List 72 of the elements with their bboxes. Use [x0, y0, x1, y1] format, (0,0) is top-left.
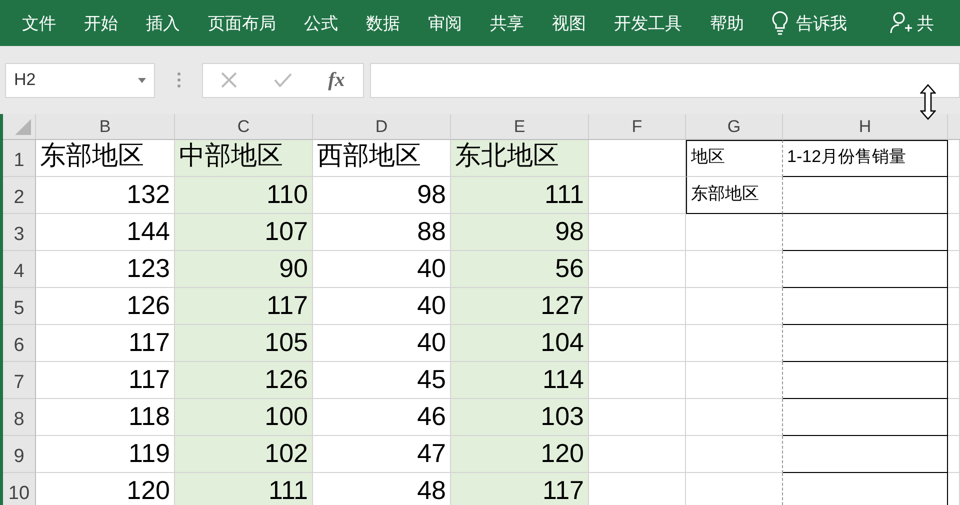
ribbon-tab[interactable]: 文件 — [8, 12, 70, 34]
ribbon-tab[interactable]: 页面布局 — [194, 12, 290, 34]
table-cell[interactable]: 98 — [451, 214, 589, 251]
cancel-icon[interactable] — [221, 72, 238, 88]
row-header[interactable]: 6 — [3, 325, 36, 362]
table-cell[interactable]: 东部地区 — [686, 177, 783, 214]
ribbon-tab[interactable]: 共享 — [476, 12, 538, 34]
resize-cursor-icon — [920, 84, 936, 120]
column-header[interactable]: B — [36, 114, 175, 140]
ribbon-tab[interactable]: 开发工具 — [600, 12, 696, 34]
name-box[interactable]: H2 — [5, 62, 155, 98]
formula-input[interactable] — [370, 62, 960, 98]
table-cell[interactable] — [686, 288, 783, 325]
row-header[interactable]: 7 — [3, 362, 36, 399]
table-cell[interactable]: 90 — [175, 251, 313, 288]
table-cell[interactable]: 111 — [175, 473, 313, 505]
column-header[interactable]: F — [589, 114, 686, 140]
table-cell[interactable]: 1-12月份售销量 — [783, 140, 948, 177]
lightbulb-icon — [772, 11, 788, 35]
table-cell[interactable]: 110 — [175, 177, 313, 214]
table-cell[interactable]: 中部地区 — [175, 140, 313, 177]
row-header[interactable]: 2 — [3, 177, 36, 214]
checkmark-icon[interactable] — [274, 73, 292, 87]
table-cell[interactable] — [686, 325, 783, 362]
row-header[interactable]: 5 — [3, 288, 36, 325]
drag-handle-icon[interactable] — [176, 72, 180, 88]
table-cell[interactable]: 120 — [451, 436, 589, 473]
table-cell[interactable] — [686, 399, 783, 436]
ribbon-tab[interactable]: 公式 — [290, 12, 352, 34]
column-header[interactable]: G — [686, 114, 783, 140]
ribbon-tab[interactable]: 数据 — [352, 12, 414, 34]
table-cell[interactable]: 东北地区 — [451, 140, 589, 177]
table-cell[interactable]: 126 — [175, 362, 313, 399]
table-cell[interactable]: 117 — [175, 288, 313, 325]
ribbon-tab[interactable]: 审阅 — [414, 12, 476, 34]
table-cell[interactable]: 107 — [175, 214, 313, 251]
column-header[interactable]: H — [783, 114, 948, 140]
ribbon-tab[interactable]: 插入 — [132, 12, 194, 34]
table-cell[interactable]: 105 — [175, 325, 313, 362]
table-cell[interactable]: 111 — [451, 177, 589, 214]
row-header[interactable]: 4 — [3, 251, 36, 288]
ribbon-tab[interactable]: 帮助 — [696, 12, 758, 34]
row-header[interactable]: 9 — [3, 436, 36, 473]
table-cell[interactable]: 117 — [451, 473, 589, 505]
table-cell[interactable]: 地区 — [686, 140, 783, 177]
select-all-button[interactable] — [3, 114, 36, 140]
table-cell[interactable]: 102 — [175, 436, 313, 473]
table-cell[interactable]: 114 — [451, 362, 589, 399]
corner-triangle-icon — [15, 119, 31, 135]
column-header[interactable]: D — [313, 114, 451, 140]
table-cell[interactable] — [686, 362, 783, 399]
tell-me-button[interactable]: 告诉我 — [758, 11, 859, 35]
table-cell[interactable] — [686, 436, 783, 473]
row-header[interactable]: 10 — [3, 473, 36, 505]
table-cell[interactable]: 104 — [451, 325, 589, 362]
row-header[interactable]: 8 — [3, 399, 36, 436]
share-button[interactable]: 共 — [889, 11, 934, 35]
row-header[interactable]: 3 — [3, 214, 36, 251]
table-cell[interactable]: 127 — [451, 288, 589, 325]
column-header[interactable]: E — [451, 114, 589, 140]
dropdown-arrow-icon — [138, 78, 146, 82]
row-header[interactable]: 1 — [3, 140, 36, 177]
table-cell[interactable]: 100 — [175, 399, 313, 436]
person-add-icon — [889, 11, 913, 35]
column-header[interactable]: C — [175, 114, 313, 140]
ribbon-tab[interactable]: 开始 — [70, 12, 132, 34]
table-cell[interactable] — [686, 251, 783, 288]
table-cell[interactable]: 56 — [451, 251, 589, 288]
ribbon-tab[interactable]: 视图 — [538, 12, 600, 34]
insert-function-button[interactable]: fx — [328, 68, 345, 92]
table-cell[interactable]: 103 — [451, 399, 589, 436]
table-cell[interactable] — [686, 214, 783, 251]
